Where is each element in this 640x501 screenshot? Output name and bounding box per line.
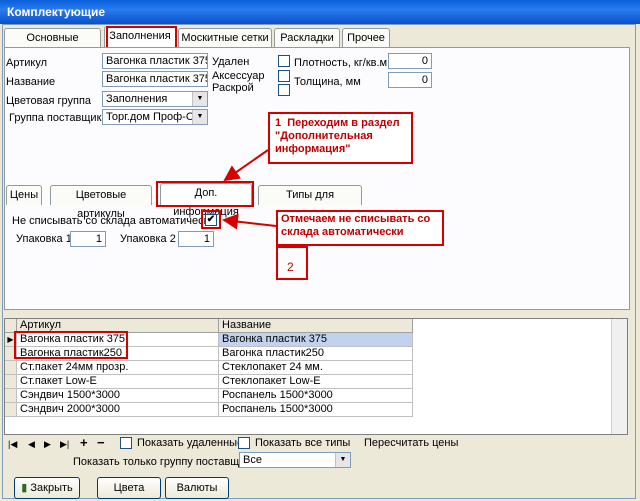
add-record-icon[interactable]: + (80, 435, 88, 450)
table-cell-article[interactable]: Ст.пакет 24мм прозр. (17, 361, 219, 375)
door-icon: ▮ (21, 482, 28, 494)
first-record-icon[interactable]: |◀ (8, 439, 17, 450)
show-deleted-label: Показать удаленные (137, 437, 244, 449)
prev-record-icon[interactable]: ◀ (28, 439, 35, 450)
grid-scrollbar[interactable] (611, 319, 627, 434)
table-cell-name[interactable]: Роспанель 1500*3000 (219, 403, 413, 417)
highlight-rows (14, 331, 128, 359)
colors-button[interactable]: Цвета (97, 477, 161, 499)
table-cell-article[interactable]: Сэндвич 1500*3000 (17, 389, 219, 403)
delete-record-icon[interactable]: − (97, 435, 105, 450)
last-record-icon[interactable]: ▶| (60, 439, 69, 450)
show-all-types-checkbox[interactable] (238, 437, 250, 449)
table-cell-name[interactable]: Стеклопакет Low-E (219, 375, 413, 389)
next-record-icon[interactable]: ▶ (44, 439, 51, 450)
row-indicator[interactable] (5, 361, 17, 375)
arrow-to-subtab (223, 149, 269, 182)
table-cell-name[interactable]: Вагонка пластик 375 (219, 333, 413, 347)
column-header-name[interactable]: Название (219, 319, 413, 333)
close-button-label: Закрыть (30, 482, 73, 494)
table-cell-article[interactable]: Сэндвич 2000*3000 (17, 403, 219, 417)
supplier-filter-value: Все (243, 454, 262, 466)
recalc-prices-link[interactable]: Пересчитать цены (364, 437, 458, 449)
row-indicator[interactable] (5, 375, 17, 389)
table-cell-name[interactable]: Роспанель 1500*3000 (219, 389, 413, 403)
show-deleted-checkbox[interactable] (120, 437, 132, 449)
arrow-to-checkbox (222, 213, 277, 230)
currencies-button[interactable]: Валюты (165, 477, 229, 499)
supplier-filter-select[interactable]: Все ▼ (239, 452, 351, 468)
close-button[interactable]: ▮ Закрыть (14, 477, 80, 499)
show-all-types-label: Показать все типы (255, 437, 351, 449)
supplier-filter-label: Показать только группу поставщика (73, 456, 257, 468)
table-cell-name[interactable]: Стеклопакет 24 мм. (219, 361, 413, 375)
chevron-down-icon[interactable]: ▼ (335, 453, 350, 467)
table-cell-article[interactable]: Ст.пакет Low-E (17, 375, 219, 389)
row-indicator[interactable] (5, 389, 17, 403)
table-cell-name[interactable]: Вагонка пластик250 (219, 347, 413, 361)
row-indicator[interactable] (5, 403, 17, 417)
